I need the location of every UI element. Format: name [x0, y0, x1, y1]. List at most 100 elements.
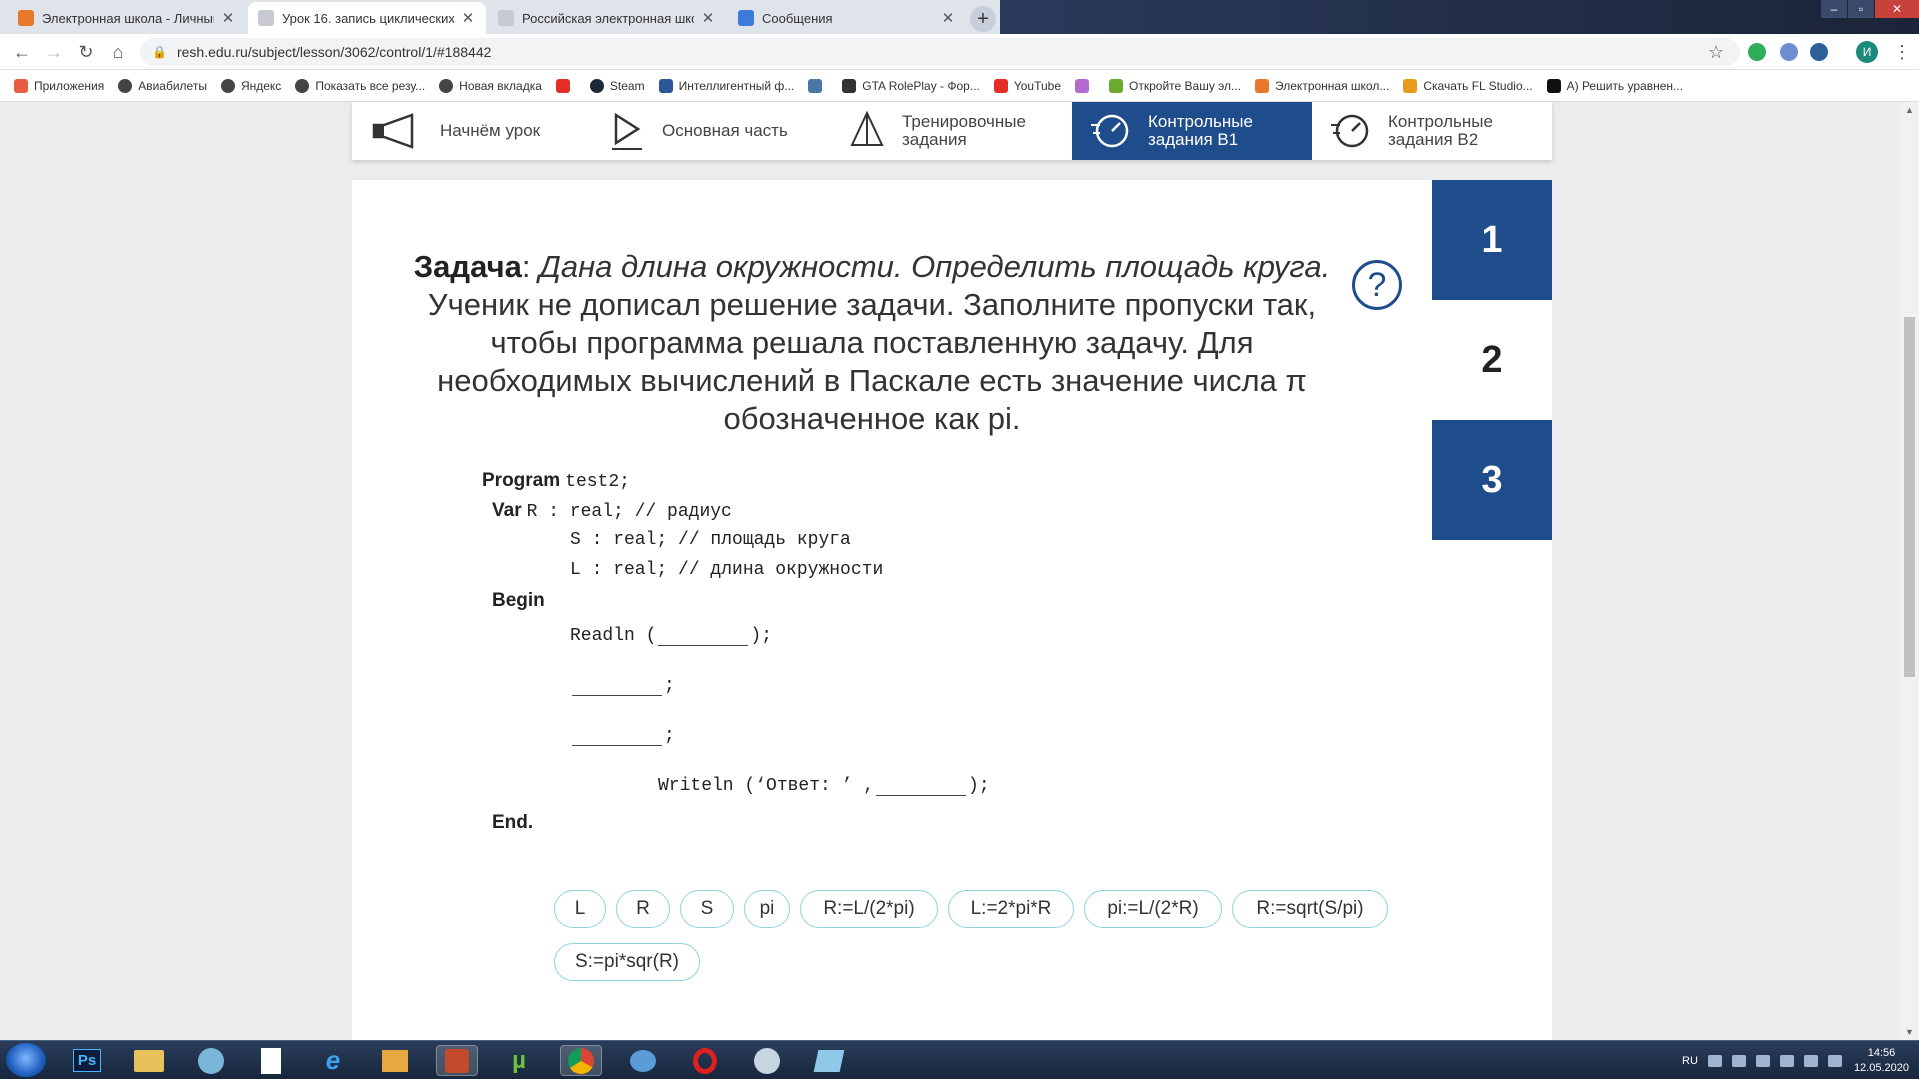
speaker-app-icon[interactable] [436, 1045, 478, 1076]
forward-button[interactable]: → [42, 41, 66, 63]
shield-extension-icon[interactable] [1748, 43, 1766, 61]
bookmark-item[interactable]: Скачать FL Studio... [1403, 78, 1533, 93]
lesson-nav: Начнём урок Основная часть Тренировочные… [352, 102, 1552, 160]
steam-icon[interactable] [746, 1045, 788, 1076]
start-button[interactable] [6, 1043, 46, 1077]
semicolon: ; [664, 676, 675, 696]
answer-chip[interactable]: pi:=L/(2*R) [1084, 890, 1222, 928]
page-scrollbar[interactable]: ▲ ▼ [1900, 102, 1919, 1040]
language-indicator[interactable]: RU [1682, 1055, 1698, 1067]
minimize-button[interactable]: – [1821, 0, 1847, 18]
battery-icon[interactable] [1803, 1055, 1818, 1067]
browser-tab[interactable]: Российская электронная школа ✕ [488, 2, 726, 34]
menu-icon[interactable]: ⋮ [1890, 41, 1914, 63]
bookmark-item[interactable]: Steam [589, 78, 645, 93]
window-close-button[interactable]: ✕ [1875, 0, 1919, 18]
question-number[interactable]: 1 [1432, 180, 1552, 300]
semicolon: ; [664, 726, 675, 746]
bookmark-item[interactable] [808, 78, 828, 93]
nav-control-b1[interactable]: Контрольные задания В1 [1072, 102, 1312, 160]
answer-chip[interactable]: pi [744, 890, 790, 928]
photoshop-icon[interactable]: Ps [66, 1045, 108, 1076]
flag-icon[interactable] [1755, 1055, 1770, 1067]
answer-chip[interactable]: S:=pi*sqr(R) [554, 943, 700, 981]
app-icon[interactable] [808, 1045, 850, 1076]
browser-tab[interactable]: Электронная школа - Личный к ✕ [8, 2, 246, 34]
resh-favicon-icon [498, 10, 514, 26]
utorrent-icon[interactable]: µ [498, 1045, 540, 1076]
internet-explorer-icon[interactable]: e [312, 1045, 354, 1076]
opera-icon[interactable] [684, 1045, 726, 1076]
bookmark-item[interactable] [555, 78, 576, 93]
tray-arrow-icon[interactable] [1707, 1055, 1722, 1067]
bookmark-item[interactable]: Электронная школ... [1255, 78, 1389, 93]
address-toolbar: ← → ↻ ⌂ 🔒 resh.edu.ru/subject/lesson/306… [0, 34, 1919, 70]
nav-control-b2[interactable]: Контрольные задания В2 [1312, 102, 1552, 160]
mail-icon[interactable] [190, 1045, 232, 1076]
display-icon[interactable] [1779, 1055, 1794, 1067]
tab-strip: Электронная школа - Личный к ✕ Урок 16. … [0, 0, 1919, 34]
media-player-icon[interactable] [374, 1045, 416, 1076]
bookmark-item[interactable]: Показать все резу... [295, 78, 425, 93]
bookmark-item[interactable] [1075, 78, 1095, 93]
clock-date: 12.05.2020 [1853, 1062, 1909, 1074]
var-line: R : real; // радиус [526, 502, 732, 522]
keyword-begin: Begin [492, 590, 545, 611]
answer-blank[interactable] [572, 720, 662, 746]
profile-avatar[interactable]: И [1856, 41, 1878, 63]
answer-blank[interactable] [876, 770, 967, 796]
bookmark-site-icon [1109, 78, 1124, 93]
close-tab-icon[interactable]: ✕ [460, 9, 476, 27]
question-number[interactable]: 3 [1432, 420, 1552, 540]
network-icon[interactable] [1731, 1055, 1746, 1067]
bookmark-item[interactable]: YouTube [993, 78, 1061, 93]
extension-icon[interactable] [1780, 43, 1798, 61]
readln-close: ); [750, 626, 773, 646]
url-bar[interactable]: 🔒 resh.edu.ru/subject/lesson/3062/contro… [140, 38, 1740, 66]
new-tab-button[interactable]: + [970, 6, 996, 32]
volume-icon[interactable] [1827, 1055, 1842, 1067]
answer-chip[interactable]: L [554, 890, 606, 928]
bookmark-star-icon[interactable]: ☆ [1708, 43, 1726, 61]
bookmark-item[interactable]: GTA RolePlay - Фор... [842, 78, 980, 93]
nav-start-lesson[interactable]: Начнём урок [352, 102, 592, 160]
globe-icon [220, 78, 235, 93]
bookmark-item[interactable]: Новая вкладка [439, 78, 542, 93]
heart-extension-icon[interactable] [1810, 43, 1828, 61]
question-number-current[interactable]: 2 [1432, 300, 1552, 420]
bookmark-item[interactable]: Откройте Вашу эл... [1109, 78, 1241, 93]
close-tab-icon[interactable]: ✕ [940, 9, 956, 27]
answer-chip[interactable]: R [616, 890, 670, 928]
file-explorer-icon[interactable] [128, 1045, 170, 1076]
answer-chip[interactable]: R:=sqrt(S/pi) [1232, 890, 1388, 928]
chrome-icon[interactable] [560, 1045, 602, 1076]
answer-chip[interactable]: R:=L/(2*pi) [800, 890, 938, 928]
bookmark-item[interactable]: А) Решить уравнен... [1546, 78, 1683, 93]
bookmark-item[interactable]: Авиабилеты [118, 78, 207, 93]
help-button[interactable]: ? [1352, 260, 1402, 310]
bookmark-apps[interactable]: Приложения [14, 78, 104, 93]
document-icon[interactable] [250, 1045, 292, 1076]
scroll-down-icon[interactable]: ▼ [1900, 1024, 1919, 1040]
answer-blank[interactable] [572, 670, 662, 696]
bookmark-item[interactable]: Интеллигентный ф... [658, 78, 794, 93]
answer-chip[interactable]: L:=2*pi*R [948, 890, 1074, 928]
maximize-button[interactable]: ▫ [1848, 0, 1874, 18]
bookmark-item[interactable]: Яндекс [220, 78, 281, 93]
home-button[interactable]: ⌂ [106, 41, 130, 63]
close-tab-icon[interactable]: ✕ [700, 9, 716, 27]
scroll-up-icon[interactable]: ▲ [1900, 102, 1919, 118]
scroll-thumb[interactable] [1904, 317, 1915, 677]
answer-chip[interactable]: S [680, 890, 734, 928]
back-button[interactable]: ← [10, 41, 34, 63]
nav-main-part[interactable]: Основная часть [592, 102, 832, 160]
browser-tab[interactable]: Сообщения ✕ [728, 2, 966, 34]
answer-blank[interactable] [658, 620, 749, 646]
task-label: Задача [413, 249, 522, 284]
browser-tab-active[interactable]: Урок 16. запись циклических ал ✕ [248, 2, 486, 34]
close-tab-icon[interactable]: ✕ [220, 9, 236, 27]
nav-training-tasks[interactable]: Тренировочные задания [832, 102, 1072, 160]
reload-button[interactable]: ↻ [74, 41, 98, 63]
clock[interactable]: 14:56 12.05.2020 [1854, 1046, 1909, 1076]
chat-app-icon[interactable] [622, 1045, 664, 1076]
